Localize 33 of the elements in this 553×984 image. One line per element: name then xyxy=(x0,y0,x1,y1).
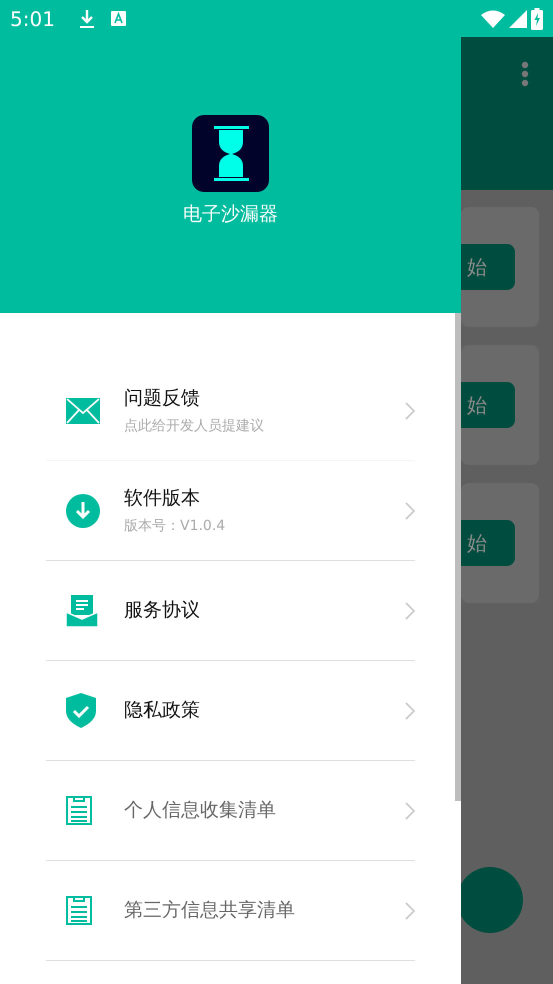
chevron-icon xyxy=(405,902,415,920)
menu-item-title: 隐私政策 xyxy=(124,698,201,724)
chevron-icon xyxy=(405,702,415,720)
menu-item[interactable]: 隐私政策 xyxy=(46,661,415,761)
battery-icon xyxy=(531,8,543,30)
menu-item-title: 问题反馈 xyxy=(124,386,201,411)
download-icon xyxy=(66,494,100,528)
menu-item-subtitle: 版本号：V1.0.4 xyxy=(124,517,226,536)
menu-item[interactable]: 软件版本 版本号：V1.0.4 xyxy=(46,461,415,561)
menu-item[interactable]: 个人信息收集清单 xyxy=(46,761,415,861)
clipboard-icon xyxy=(66,896,92,925)
menu-item[interactable]: 第三方信息共享清单 xyxy=(46,861,415,961)
mail-icon xyxy=(66,398,100,424)
keyboard-icon xyxy=(110,11,126,26)
chevron-icon xyxy=(405,802,415,820)
download-icon xyxy=(78,8,95,28)
shield-check-icon xyxy=(66,693,96,728)
menu-item-title: 个人信息收集清单 xyxy=(124,798,277,824)
app-name: 电子沙漏器 xyxy=(183,202,278,227)
chevron-icon xyxy=(405,402,415,420)
menu-item[interactable]: 服务协议 xyxy=(46,561,415,661)
chevron-icon xyxy=(405,502,415,520)
clipboard-icon xyxy=(66,796,92,825)
status-time: 5:01 xyxy=(10,6,55,32)
wifi-icon xyxy=(481,10,505,28)
menu-item-subtitle: 点此给开发人员提建议 xyxy=(124,417,265,436)
signal-icon xyxy=(509,10,527,28)
hourglass-icon xyxy=(192,115,269,192)
menu-item-title: 服务协议 xyxy=(124,598,201,624)
document-tray-icon xyxy=(66,594,98,626)
menu-item-title: 第三方信息共享清单 xyxy=(124,898,296,924)
chevron-icon xyxy=(405,602,415,620)
menu-item-title: 软件版本 xyxy=(124,486,201,511)
